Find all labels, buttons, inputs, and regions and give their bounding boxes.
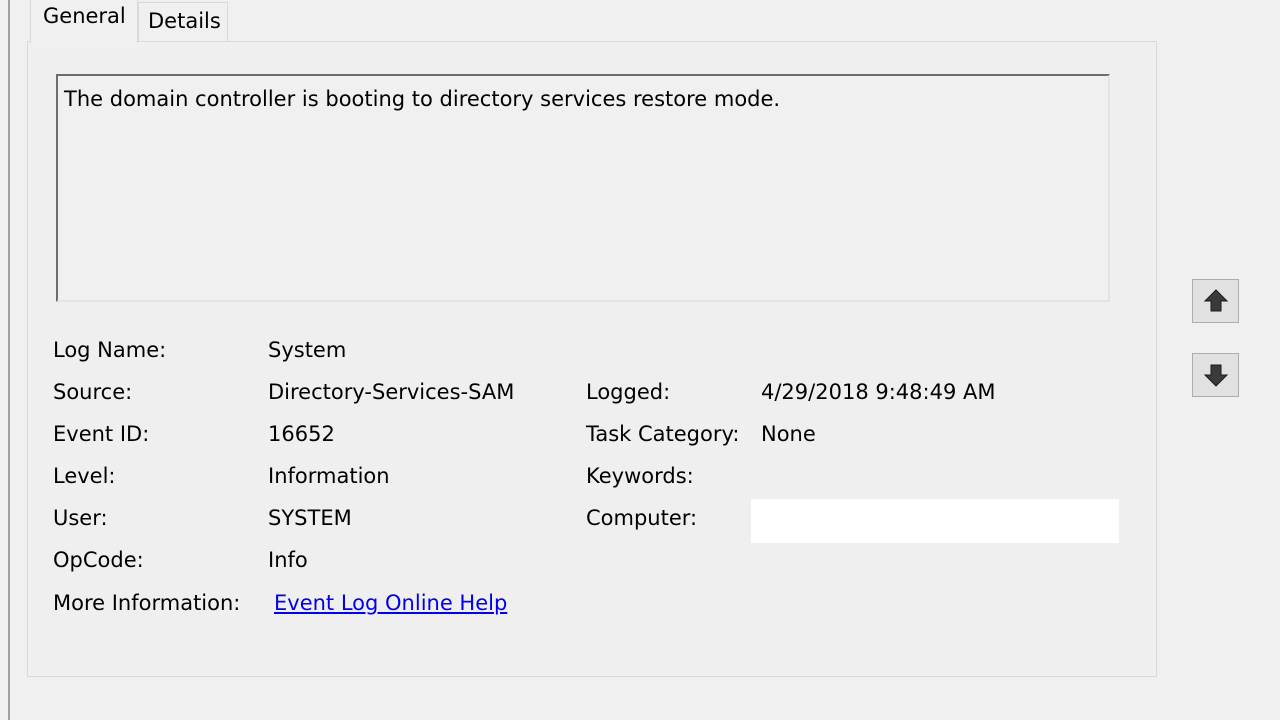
- logged-value: 4/29/2018 9:48:49 AM: [761, 380, 996, 404]
- tab-general[interactable]: General: [30, 0, 138, 43]
- task-category-value: None: [761, 422, 816, 446]
- logged-label: Logged:: [586, 380, 671, 404]
- event-id-value: 16652: [268, 422, 335, 446]
- more-information-label: More Information:: [53, 591, 241, 615]
- window-frame-left: [8, 0, 10, 720]
- task-category-label: Task Category:: [586, 422, 740, 446]
- log-name-label: Log Name:: [53, 338, 167, 362]
- tab-details[interactable]: Details: [138, 2, 228, 42]
- event-description-box[interactable]: The domain controller is booting to dire…: [56, 74, 1110, 302]
- user-value: SYSTEM: [268, 506, 352, 530]
- arrow-down-icon: [1203, 364, 1228, 387]
- source-label: Source:: [53, 380, 133, 404]
- event-id-label: Event ID:: [53, 422, 150, 446]
- log-name-value: System: [268, 338, 347, 362]
- user-label: User:: [53, 506, 108, 530]
- next-event-button[interactable]: [1192, 353, 1239, 397]
- source-value: Directory-Services-SAM: [268, 380, 515, 404]
- computer-label: Computer:: [586, 506, 698, 530]
- arrow-up-icon: [1203, 289, 1228, 312]
- opcode-label: OpCode:: [53, 548, 144, 572]
- keywords-label: Keywords:: [586, 464, 694, 488]
- opcode-value: Info: [268, 548, 308, 572]
- previous-event-button[interactable]: [1192, 279, 1239, 323]
- level-label: Level:: [53, 464, 116, 488]
- event-log-online-help-link[interactable]: Event Log Online Help: [274, 589, 507, 617]
- computer-value-field[interactable]: [751, 499, 1119, 543]
- level-value: Information: [268, 464, 390, 488]
